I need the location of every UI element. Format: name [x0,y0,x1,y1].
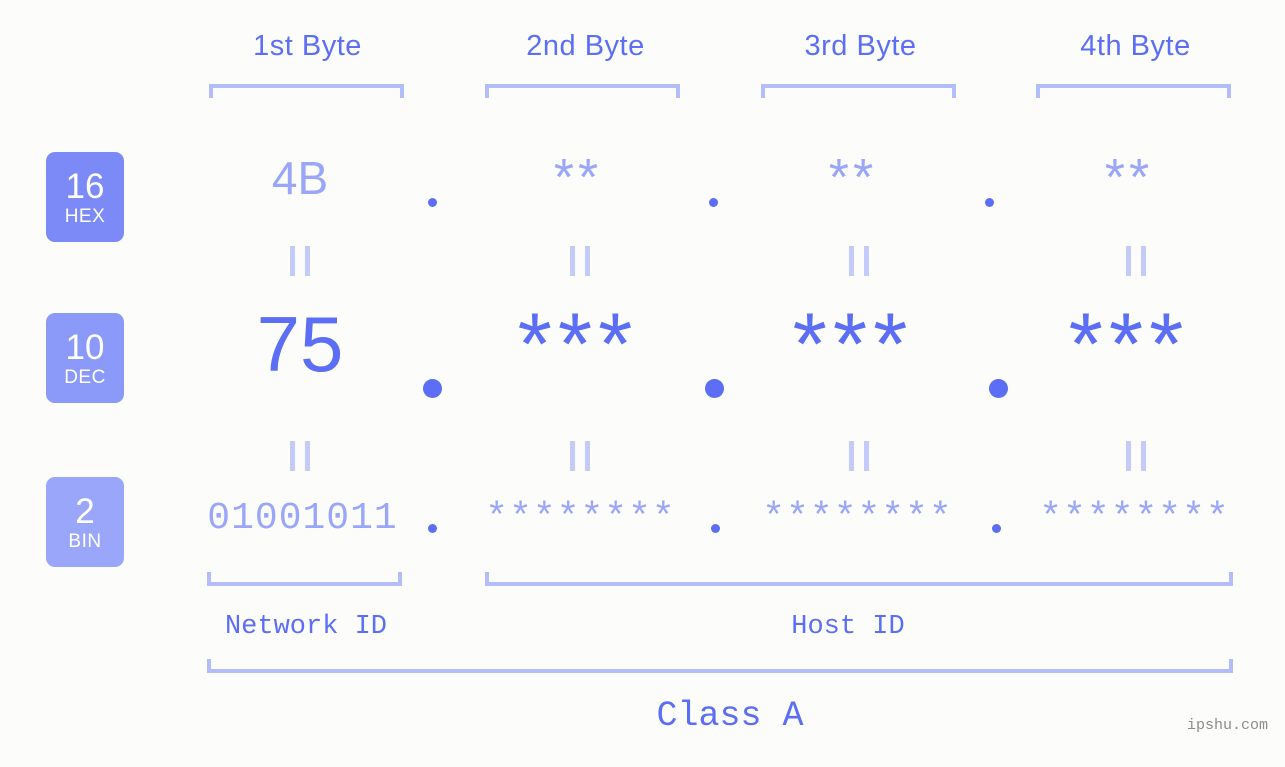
dec-dot-separator-3 [989,379,1008,398]
network-id-label: Network ID [224,612,388,642]
bin-byte-2: ******** [485,497,676,540]
host-id-label: Host ID [791,612,905,642]
watermark: ipshu.com [1187,717,1269,734]
network-id-bracket [207,572,402,586]
bin-byte-4: ******** [1039,497,1230,540]
base-badge-dec-number: 10 [65,327,105,367]
base-badge-hex[interactable]: 16 HEX [46,152,124,242]
byte-bracket-2 [485,84,680,98]
hex-dot-separator-2 [709,198,718,207]
dec-dot-separator-2 [705,379,724,398]
equals-mark-dec-bin-2 [570,441,590,471]
bin-dot-separator-3 [992,524,1001,533]
bin-dot-separator-1 [428,524,437,533]
bin-byte-3: ******** [762,497,953,540]
hex-byte-2: ** [553,149,603,207]
base-badge-bin-label: BIN [68,530,102,552]
hex-byte-1: 4B [271,152,329,204]
byte-bracket-3 [761,84,956,98]
base-badge-bin[interactable]: 2 BIN [46,477,124,567]
base-badge-hex-number: 16 [65,166,105,206]
equals-mark-hex-dec-2 [570,246,590,276]
hex-dot-separator-3 [985,198,994,207]
dec-byte-1: 75 [256,300,344,388]
hex-byte-4: ** [1104,149,1154,207]
dec-dot-separator-1 [423,379,442,398]
byte-bracket-4 [1036,84,1231,98]
dec-byte-2: *** [517,294,639,393]
equals-mark-dec-bin-1 [290,441,310,471]
base-badge-dec[interactable]: 10 DEC [46,313,124,403]
base-badge-bin-number: 2 [75,491,95,531]
equals-mark-hex-dec-1 [290,246,310,276]
base-badge-hex-label: HEX [64,205,106,227]
byte-header-2: 2nd Byte [526,30,645,62]
byte-header-4: 4th Byte [1080,30,1191,62]
equals-mark-hex-dec-3 [849,246,869,276]
base-badge-dec-label: DEC [64,366,106,388]
ip-address-breakdown-diagram: 1st Byte 2nd Byte 3rd Byte 4th Byte 16 H… [0,0,1285,767]
class-bracket [207,659,1233,673]
byte-header-1: 1st Byte [253,30,362,62]
hex-byte-3: ** [828,149,878,207]
dec-byte-3: *** [792,294,914,393]
byte-bracket-1 [209,84,404,98]
equals-mark-dec-bin-4 [1126,441,1146,471]
equals-mark-dec-bin-3 [849,441,869,471]
host-id-bracket [485,572,1233,586]
bin-byte-1: 01001011 [207,497,398,540]
hex-dot-separator-1 [428,198,437,207]
class-label: Class A [656,696,804,736]
equals-mark-hex-dec-4 [1126,246,1146,276]
byte-header-3: 3rd Byte [804,30,917,62]
dec-byte-4: *** [1068,294,1190,393]
bin-dot-separator-2 [711,524,720,533]
